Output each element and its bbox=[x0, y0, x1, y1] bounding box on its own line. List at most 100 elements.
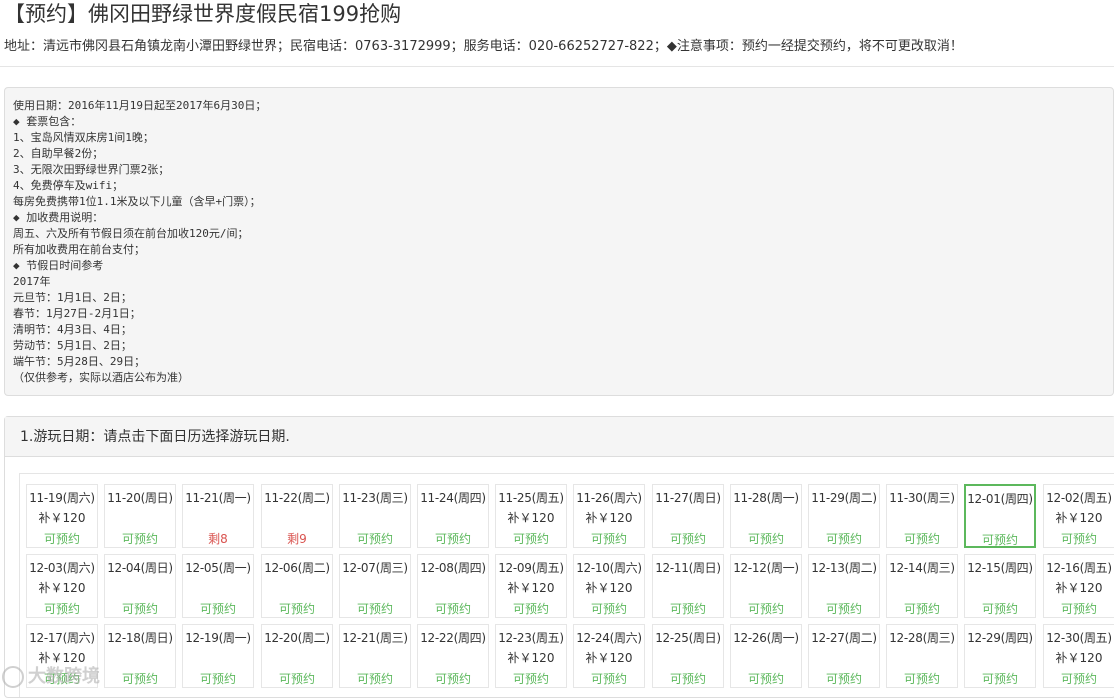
calendar-day-cell[interactable]: 12-23(周五) 补￥120 可预约 bbox=[495, 624, 567, 688]
calendar-day-cell[interactable]: 12-21(周三) 可预约 bbox=[339, 624, 411, 688]
calendar-day-cell[interactable]: 12-07(周三) 可预约 bbox=[339, 554, 411, 618]
calendar-day-cell[interactable]: 12-14(周三) 可预约 bbox=[886, 554, 958, 618]
calendar-day-cell[interactable]: 12-06(周二) 可预约 bbox=[261, 554, 333, 618]
calendar-day-cell[interactable]: 12-08(周四) 可预约 bbox=[417, 554, 489, 618]
calendar-day-surcharge: 补￥120 bbox=[1055, 651, 1103, 665]
calendar-day-cell[interactable]: 12-19(周一) 可预约 bbox=[182, 624, 254, 688]
calendar-day-date: 12-19(周一) bbox=[185, 631, 251, 645]
info-line: 春节：1月27日-2月1日； bbox=[13, 307, 141, 320]
calendar-day-cell[interactable]: 12-24(周六) 补￥120 可预约 bbox=[573, 624, 645, 688]
calendar-day-cell[interactable]: 11-25(周五) 补￥120 可预约 bbox=[495, 484, 567, 548]
calendar-day-status: 可预约 bbox=[121, 532, 158, 546]
info-line: 每房免费携带1位1.1米及以下儿童（含早+门票）； bbox=[13, 195, 261, 208]
step-title: 1.游玩日期：请点击下面日历选择游玩日期. bbox=[20, 429, 290, 445]
calendar-day-status: 可预约 bbox=[278, 672, 315, 686]
calendar-day-status: 可预约 bbox=[512, 532, 549, 546]
divider bbox=[0, 66, 1114, 67]
info-line: 元旦节：1月1日、2日； bbox=[13, 291, 132, 304]
calendar-day-cell[interactable]: 12-12(周一) 可预约 bbox=[730, 554, 802, 618]
calendar-day-cell[interactable]: 11-30(周三) 可预约 bbox=[886, 484, 958, 548]
info-line: 所有加收费用在前台支付； bbox=[13, 243, 145, 256]
calendar-day-cell[interactable]: 12-15(周四) 可预约 bbox=[964, 554, 1036, 618]
calendar-day-cell[interactable]: 11-23(周三) 可预约 bbox=[339, 484, 411, 548]
calendar-day-cell[interactable]: 11-22(周二) 剩9 bbox=[261, 484, 333, 548]
calendar-day-cell[interactable]: 12-30(周五) 补￥120 可预约 bbox=[1043, 624, 1114, 688]
calendar-day-cell[interactable]: 11-26(周六) 补￥120 可预约 bbox=[573, 484, 645, 548]
calendar-day-status: 可预约 bbox=[1060, 672, 1097, 686]
calendar-day-surcharge: 补￥120 bbox=[585, 511, 633, 525]
info-line: ◆ 节假日时间参考 bbox=[13, 259, 104, 272]
calendar-day-date: 11-23(周三) bbox=[342, 491, 408, 505]
calendar-day-surcharge: 补￥120 bbox=[38, 581, 86, 595]
calendar-day-surcharge: 补￥120 bbox=[585, 581, 633, 595]
calendar-day-status: 可预约 bbox=[356, 602, 393, 616]
calendar-day-date: 12-18(周日) bbox=[107, 631, 173, 645]
calendar-day-status: 可预约 bbox=[669, 532, 706, 546]
calendar-day-date: 12-26(周一) bbox=[733, 631, 799, 645]
calendar-day-cell[interactable]: 11-28(周一) 可预约 bbox=[730, 484, 802, 548]
calendar-day-cell[interactable]: 12-13(周二) 可预约 bbox=[808, 554, 880, 618]
calendar-day-status: 可预约 bbox=[981, 602, 1018, 616]
calendar-day-cell[interactable]: 11-29(周二) 可预约 bbox=[808, 484, 880, 548]
info-line: 周五、六及所有节假日须在前台加收120元/间； bbox=[13, 227, 249, 240]
calendar-day-cell[interactable]: 12-18(周日) 可预约 bbox=[104, 624, 176, 688]
calendar-day-cell[interactable]: 12-27(周二) 可预约 bbox=[808, 624, 880, 688]
calendar-day-date: 12-01(周四) bbox=[967, 492, 1033, 506]
calendar-day-cell[interactable]: 11-19(周六) 补￥120 可预约 bbox=[26, 484, 98, 548]
calendar-day-date: 11-24(周四) bbox=[420, 491, 486, 505]
package-info-box: 使用日期：2016年11月19日起至2017年6月30日； ◆ 套票包含： 1、宝岛… bbox=[4, 87, 1114, 396]
info-line: ◆ 加收费用说明： bbox=[13, 211, 104, 224]
calendar-day-cell[interactable]: 12-11(周日) 可预约 bbox=[652, 554, 724, 618]
calendar-day-cell[interactable]: 12-25(周日) 可预约 bbox=[652, 624, 724, 688]
info-line: 使用日期：2016年11月19日起至2017年6月30日； bbox=[13, 99, 267, 112]
calendar-day-date: 12-14(周三) bbox=[889, 561, 955, 575]
info-line: ◆ 套票包含： bbox=[13, 115, 82, 128]
calendar-day-status: 可预约 bbox=[121, 602, 158, 616]
calendar-day-cell[interactable]: 12-29(周四) 可预约 bbox=[964, 624, 1036, 688]
calendar-day-cell[interactable]: 12-22(周四) 可预约 bbox=[417, 624, 489, 688]
calendar-day-status: 可预约 bbox=[747, 672, 784, 686]
calendar-day-date: 11-22(周二) bbox=[264, 491, 330, 505]
calendar-day-status: 可预约 bbox=[747, 532, 784, 546]
calendar-day-date: 12-24(周六) bbox=[576, 631, 642, 645]
calendar-day-status: 可预约 bbox=[590, 602, 627, 616]
calendar-day-status: 可预约 bbox=[590, 532, 627, 546]
calendar-day-date: 12-06(周二) bbox=[264, 561, 330, 575]
calendar-day-date: 12-10(周六) bbox=[576, 561, 642, 575]
calendar-day-date: 12-22(周四) bbox=[420, 631, 486, 645]
booking-panel-header: 1.游玩日期：请点击下面日历选择游玩日期. bbox=[5, 417, 1114, 457]
calendar-day-status: 可预约 bbox=[356, 672, 393, 686]
calendar-day-surcharge: 补￥120 bbox=[1055, 581, 1103, 595]
calendar-day-cell[interactable]: 12-10(周六) 补￥120 可预约 bbox=[573, 554, 645, 618]
calendar-day-status: 剩8 bbox=[208, 532, 228, 546]
calendar-day-cell[interactable]: 12-20(周二) 可预约 bbox=[261, 624, 333, 688]
calendar-day-surcharge: 补￥120 bbox=[507, 581, 555, 595]
calendar-day-date: 12-12(周一) bbox=[733, 561, 799, 575]
calendar-day-cell[interactable]: 12-05(周一) 可预约 bbox=[182, 554, 254, 618]
calendar-day-cell[interactable]: 12-26(周一) 可预约 bbox=[730, 624, 802, 688]
calendar-day-cell[interactable]: 11-20(周日) 可预约 bbox=[104, 484, 176, 548]
calendar-day-cell[interactable]: 12-01(周四) 可预约 bbox=[964, 484, 1036, 548]
calendar-day-date: 11-25(周五) bbox=[498, 491, 564, 505]
calendar-day-status: 可预约 bbox=[121, 672, 158, 686]
calendar-day-status: 可预约 bbox=[903, 672, 940, 686]
calendar-day-date: 12-29(周四) bbox=[967, 631, 1033, 645]
calendar-day-cell[interactable]: 12-03(周六) 补￥120 可预约 bbox=[26, 554, 98, 618]
calendar-day-cell[interactable]: 12-28(周三) 可预约 bbox=[886, 624, 958, 688]
calendar-day-cell[interactable]: 11-27(周日) 可预约 bbox=[652, 484, 724, 548]
calendar-day-status: 可预约 bbox=[903, 532, 940, 546]
calendar-day-cell[interactable]: 12-16(周五) 补￥120 可预约 bbox=[1043, 554, 1114, 618]
calendar-day-cell[interactable]: 11-21(周一) 剩8 bbox=[182, 484, 254, 548]
calendar-day-date: 11-21(周一) bbox=[185, 491, 251, 505]
calendar-day-cell[interactable]: 12-09(周五) 补￥120 可预约 bbox=[495, 554, 567, 618]
calendar-day-date: 12-30(周五) bbox=[1046, 631, 1112, 645]
calendar-day-date: 12-03(周六) bbox=[29, 561, 95, 575]
calendar-day-date: 12-13(周二) bbox=[811, 561, 877, 575]
info-line: 2、自助早餐2份； bbox=[13, 147, 104, 160]
calendar-day-surcharge: 补￥120 bbox=[38, 511, 86, 525]
calendar-day-cell[interactable]: 12-02(周五) 补￥120 可预约 bbox=[1043, 484, 1114, 548]
calendar-day-status: 可预约 bbox=[903, 602, 940, 616]
calendar-day-cell[interactable]: 11-24(周四) 可预约 bbox=[417, 484, 489, 548]
calendar-day-status: 可预约 bbox=[669, 672, 706, 686]
calendar-day-cell[interactable]: 12-04(周日) 可预约 bbox=[104, 554, 176, 618]
